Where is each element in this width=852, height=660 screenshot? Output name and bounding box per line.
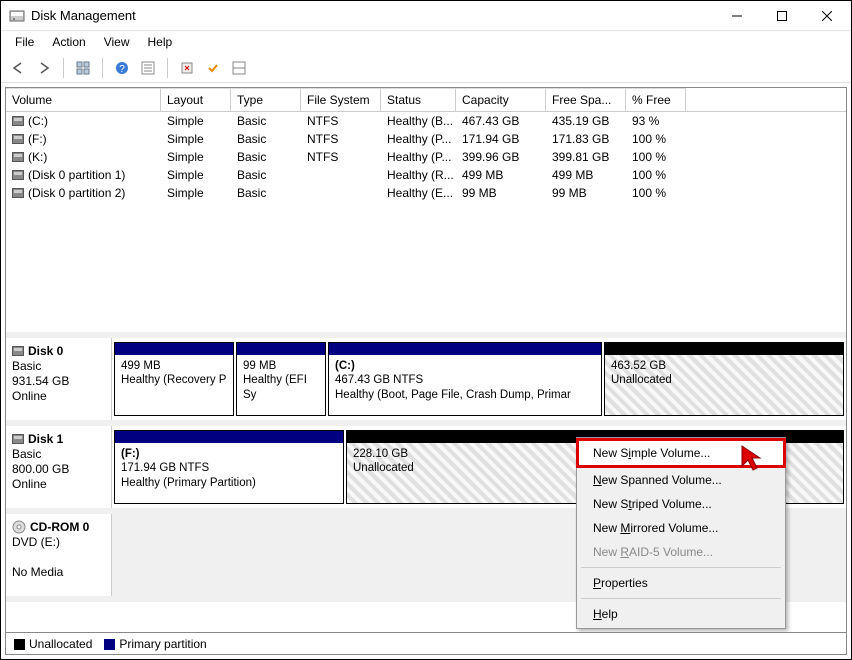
ctxmenu-properties[interactable]: Properties bbox=[579, 571, 783, 595]
disk-management-window: Disk Management File Action View Help ? bbox=[0, 0, 852, 660]
partition[interactable]: (C:)467.43 GB NTFSHealthy (Boot, Page Fi… bbox=[328, 342, 602, 416]
ctxmenu-label: elp bbox=[602, 607, 618, 621]
volume-icon bbox=[12, 116, 24, 126]
titlebar: Disk Management bbox=[1, 1, 851, 31]
ctxmenu-item[interactable]: New Striped Volume... bbox=[579, 492, 783, 516]
content: Volume Layout Type File System Status Ca… bbox=[5, 87, 847, 655]
close-icon bbox=[822, 11, 832, 21]
menu-help[interactable]: Help bbox=[140, 33, 181, 51]
col-pctfree[interactable]: % Free bbox=[626, 88, 686, 111]
maximize-icon bbox=[777, 11, 787, 21]
cursor-icon bbox=[740, 444, 768, 472]
partition[interactable]: (F:)171.94 GB NTFSHealthy (Primary Parti… bbox=[114, 430, 344, 504]
maximize-button[interactable] bbox=[759, 2, 804, 30]
back-button[interactable] bbox=[7, 57, 29, 79]
list-icon bbox=[141, 61, 155, 75]
table-row[interactable]: (K:) SimpleBasicNTFS Healthy (P...399.96… bbox=[6, 148, 846, 166]
partition[interactable]: 499 MBHealthy (Recovery P bbox=[114, 342, 234, 416]
volume-list[interactable]: Volume Layout Type File System Status Ca… bbox=[6, 88, 846, 338]
ctxmenu-item[interactable]: New Mirrored Volume... bbox=[579, 516, 783, 540]
rescan-button[interactable] bbox=[202, 57, 224, 79]
col-filesystem[interactable]: File System bbox=[301, 88, 381, 111]
table-row[interactable]: (Disk 0 partition 2) SimpleBasic Healthy… bbox=[6, 184, 846, 202]
close-button[interactable] bbox=[804, 2, 849, 30]
help-button[interactable]: ? bbox=[111, 57, 133, 79]
legend: Unallocated Primary partition bbox=[6, 632, 846, 654]
table-row[interactable]: (F:) SimpleBasicNTFS Healthy (P...171.94… bbox=[6, 130, 846, 148]
menu-file[interactable]: File bbox=[7, 33, 42, 51]
layout-button[interactable] bbox=[228, 57, 250, 79]
volume-icon bbox=[12, 152, 24, 162]
volume-icon bbox=[12, 188, 24, 198]
menu-action[interactable]: Action bbox=[44, 33, 93, 51]
help-icon: ? bbox=[115, 61, 129, 75]
minimize-icon bbox=[732, 11, 742, 21]
toolbar: ? bbox=[1, 53, 851, 83]
disk-row-0: Disk 0 Basic 931.54 GB Online 499 MBHeal… bbox=[6, 338, 846, 426]
disk-info-1[interactable]: Disk 1 Basic 800.00 GB Online bbox=[6, 426, 112, 508]
menubar: File Action View Help bbox=[1, 31, 851, 53]
app-icon bbox=[9, 8, 25, 24]
table-row[interactable]: (Disk 0 partition 1) SimpleBasic Healthy… bbox=[6, 166, 846, 184]
disk-icon bbox=[12, 434, 24, 444]
col-freespace[interactable]: Free Spa... bbox=[546, 88, 626, 111]
ctxmenu-help[interactable]: Help bbox=[579, 602, 783, 626]
cd-icon bbox=[12, 520, 26, 534]
volume-list-header: Volume Layout Type File System Status Ca… bbox=[6, 88, 846, 112]
properties-button[interactable] bbox=[137, 57, 159, 79]
volume-icon bbox=[12, 134, 24, 144]
disk-info-0[interactable]: Disk 0 Basic 931.54 GB Online bbox=[6, 338, 112, 420]
arrow-left-icon bbox=[11, 61, 25, 75]
ctxmenu-item: New RAID-5 Volume... bbox=[579, 540, 783, 564]
col-capacity[interactable]: Capacity bbox=[456, 88, 546, 111]
col-layout[interactable]: Layout bbox=[161, 88, 231, 111]
arrow-right-icon bbox=[37, 61, 51, 75]
col-type[interactable]: Type bbox=[231, 88, 301, 111]
ctxmenu-label: roperties bbox=[601, 576, 648, 590]
disk-icon bbox=[12, 346, 24, 356]
partition-unallocated[interactable]: 463.52 GBUnallocated bbox=[604, 342, 844, 416]
check-icon bbox=[206, 61, 220, 75]
disk-info-cd[interactable]: CD-ROM 0 DVD (E:) No Media bbox=[6, 514, 112, 596]
minimize-button[interactable] bbox=[714, 2, 759, 30]
col-status[interactable]: Status bbox=[381, 88, 456, 111]
settings-button[interactable] bbox=[72, 57, 94, 79]
legend-primary: Primary partition bbox=[104, 637, 206, 651]
disk-map[interactable]: Disk 0 Basic 931.54 GB Online 499 MBHeal… bbox=[6, 338, 846, 632]
window-title: Disk Management bbox=[31, 8, 714, 23]
volume-icon bbox=[12, 170, 24, 180]
partition[interactable]: 99 MBHealthy (EFI Sy bbox=[236, 342, 326, 416]
forward-button[interactable] bbox=[33, 57, 55, 79]
table-row[interactable]: (C:) SimpleBasicNTFS Healthy (B...467.43… bbox=[6, 112, 846, 130]
col-volume[interactable]: Volume bbox=[6, 88, 161, 111]
panes-icon bbox=[232, 61, 246, 75]
legend-unallocated: Unallocated bbox=[14, 637, 92, 651]
grid-icon bbox=[76, 61, 90, 75]
refresh-icon bbox=[180, 61, 194, 75]
svg-text:?: ? bbox=[119, 64, 125, 75]
refresh-button[interactable] bbox=[176, 57, 198, 79]
menu-view[interactable]: View bbox=[96, 33, 138, 51]
